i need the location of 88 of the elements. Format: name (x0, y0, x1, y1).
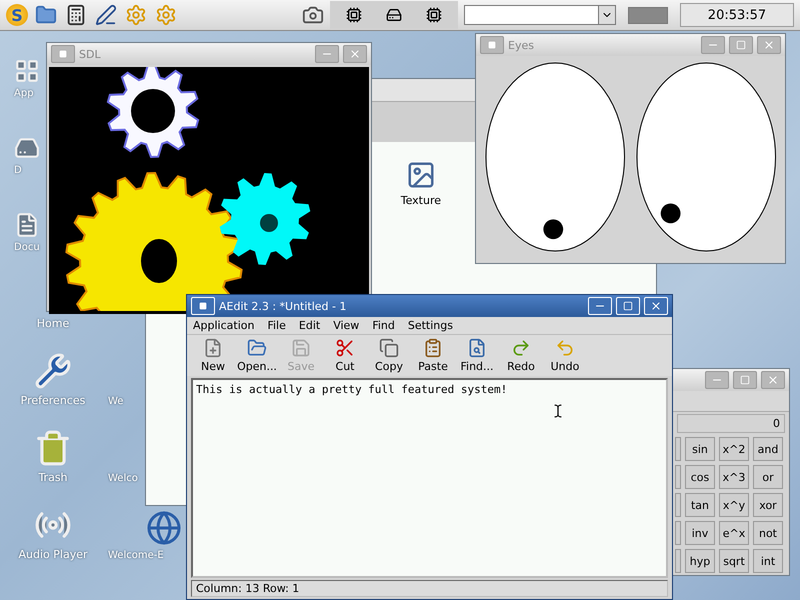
close-button[interactable] (761, 371, 785, 389)
calculator-key[interactable]: int (753, 549, 783, 573)
start-logo[interactable]: S (6, 4, 28, 26)
calculator-key[interactable]: e^x (719, 521, 749, 545)
menu-item[interactable]: Edit (298, 319, 320, 332)
dropdown-button[interactable] (598, 6, 615, 24)
menu-item[interactable]: File (267, 319, 286, 332)
new-file-icon (203, 338, 223, 358)
pen-icon[interactable] (95, 4, 117, 26)
menu-item[interactable]: Find (372, 319, 395, 332)
window-title: SDL (79, 48, 102, 60)
close-icon (763, 39, 775, 51)
calculator-key[interactable]: not (753, 521, 783, 545)
close-icon (767, 374, 779, 386)
maximize-icon (740, 375, 750, 385)
drive-icon (386, 7, 402, 23)
grid-icon[interactable] (14, 58, 40, 84)
status-bar: Column: 13 Row: 1 (191, 580, 668, 597)
menu-item[interactable]: Application (193, 319, 254, 332)
globe-icon[interactable] (146, 510, 182, 546)
calculator-key[interactable] (675, 437, 681, 461)
window-menu-button[interactable] (51, 45, 75, 63)
close-icon (650, 300, 662, 312)
copy-icon (379, 338, 399, 358)
calculator-key[interactable]: sqrt (719, 549, 749, 573)
maximize-button[interactable] (733, 371, 757, 389)
calculator-key[interactable]: cos (685, 465, 715, 489)
close-button[interactable] (343, 45, 367, 63)
folder-icon[interactable] (35, 4, 57, 26)
folder-icon (247, 338, 267, 358)
system-monitor[interactable] (330, 1, 458, 29)
calculator-key[interactable]: xor (753, 493, 783, 517)
wrench-icon[interactable] (34, 352, 72, 390)
toolbar-button[interactable]: Copy (369, 338, 409, 373)
calculator-key[interactable] (675, 521, 681, 545)
window-title: AEdit 2.3 : *Untitled - 1 (219, 300, 348, 312)
chip-icon (426, 7, 442, 23)
menu-item[interactable]: View (333, 319, 360, 332)
maximize-button[interactable] (729, 36, 753, 54)
calculator-key[interactable]: x^y (719, 493, 749, 517)
image-file-icon[interactable] (406, 160, 436, 190)
toolbar-button[interactable]: Find... (457, 338, 497, 373)
calculator-key[interactable]: hyp (685, 549, 715, 573)
save-icon (291, 338, 311, 358)
scissors-icon (335, 338, 355, 358)
calculator-key[interactable] (675, 493, 681, 517)
text-editor[interactable]: This is actually a pretty full featured system! (191, 378, 668, 578)
toolbar-button[interactable]: Open... (237, 338, 277, 373)
square-icon (59, 50, 67, 58)
chip-icon (346, 7, 362, 23)
toolbar-button[interactable]: Paste (413, 338, 453, 373)
maximize-icon (623, 301, 633, 311)
gear-icon[interactable] (125, 4, 147, 26)
camera-icon[interactable] (302, 4, 324, 26)
calculator-key[interactable]: sin (685, 437, 715, 461)
square-icon (199, 302, 207, 310)
battery-icon (628, 6, 668, 24)
calculator-key[interactable]: x^2 (719, 437, 749, 461)
undo-icon (555, 338, 575, 358)
close-button[interactable] (757, 36, 781, 54)
editor-text: This is actually a pretty full featured system! (196, 383, 508, 396)
calculator-key[interactable] (675, 549, 681, 573)
window-title: Eyes (508, 38, 535, 52)
toolbar-button[interactable]: Undo (545, 338, 585, 373)
calculator-key[interactable]: inv (685, 521, 715, 545)
file-label[interactable]: Texture (400, 194, 441, 207)
gear-icon[interactable] (155, 4, 177, 26)
toolbar-button[interactable]: Cut (325, 338, 365, 373)
maximize-icon (736, 40, 746, 50)
calculator-key[interactable] (675, 465, 681, 489)
close-icon (349, 48, 361, 60)
calculator-key[interactable]: x^3 (719, 465, 749, 489)
square-icon (488, 41, 496, 49)
trash-icon[interactable] (34, 429, 72, 467)
toolbar-button[interactable]: New (193, 338, 233, 373)
clock: 20:53:57 (680, 3, 794, 27)
find-icon (467, 338, 487, 358)
calculator-key[interactable]: and (753, 437, 783, 461)
clipboard-icon (423, 338, 443, 358)
window-menu-button[interactable] (480, 36, 504, 54)
redo-icon (511, 338, 531, 358)
calculator-display: 0 (677, 414, 785, 433)
calculator-key[interactable]: tan (685, 493, 715, 517)
menu-item[interactable]: Settings (408, 319, 453, 332)
combo-field[interactable] (464, 5, 616, 25)
calculator-icon[interactable] (65, 4, 87, 26)
calculator-key[interactable]: or (753, 465, 783, 489)
toolbar-button[interactable]: Redo (501, 338, 541, 373)
